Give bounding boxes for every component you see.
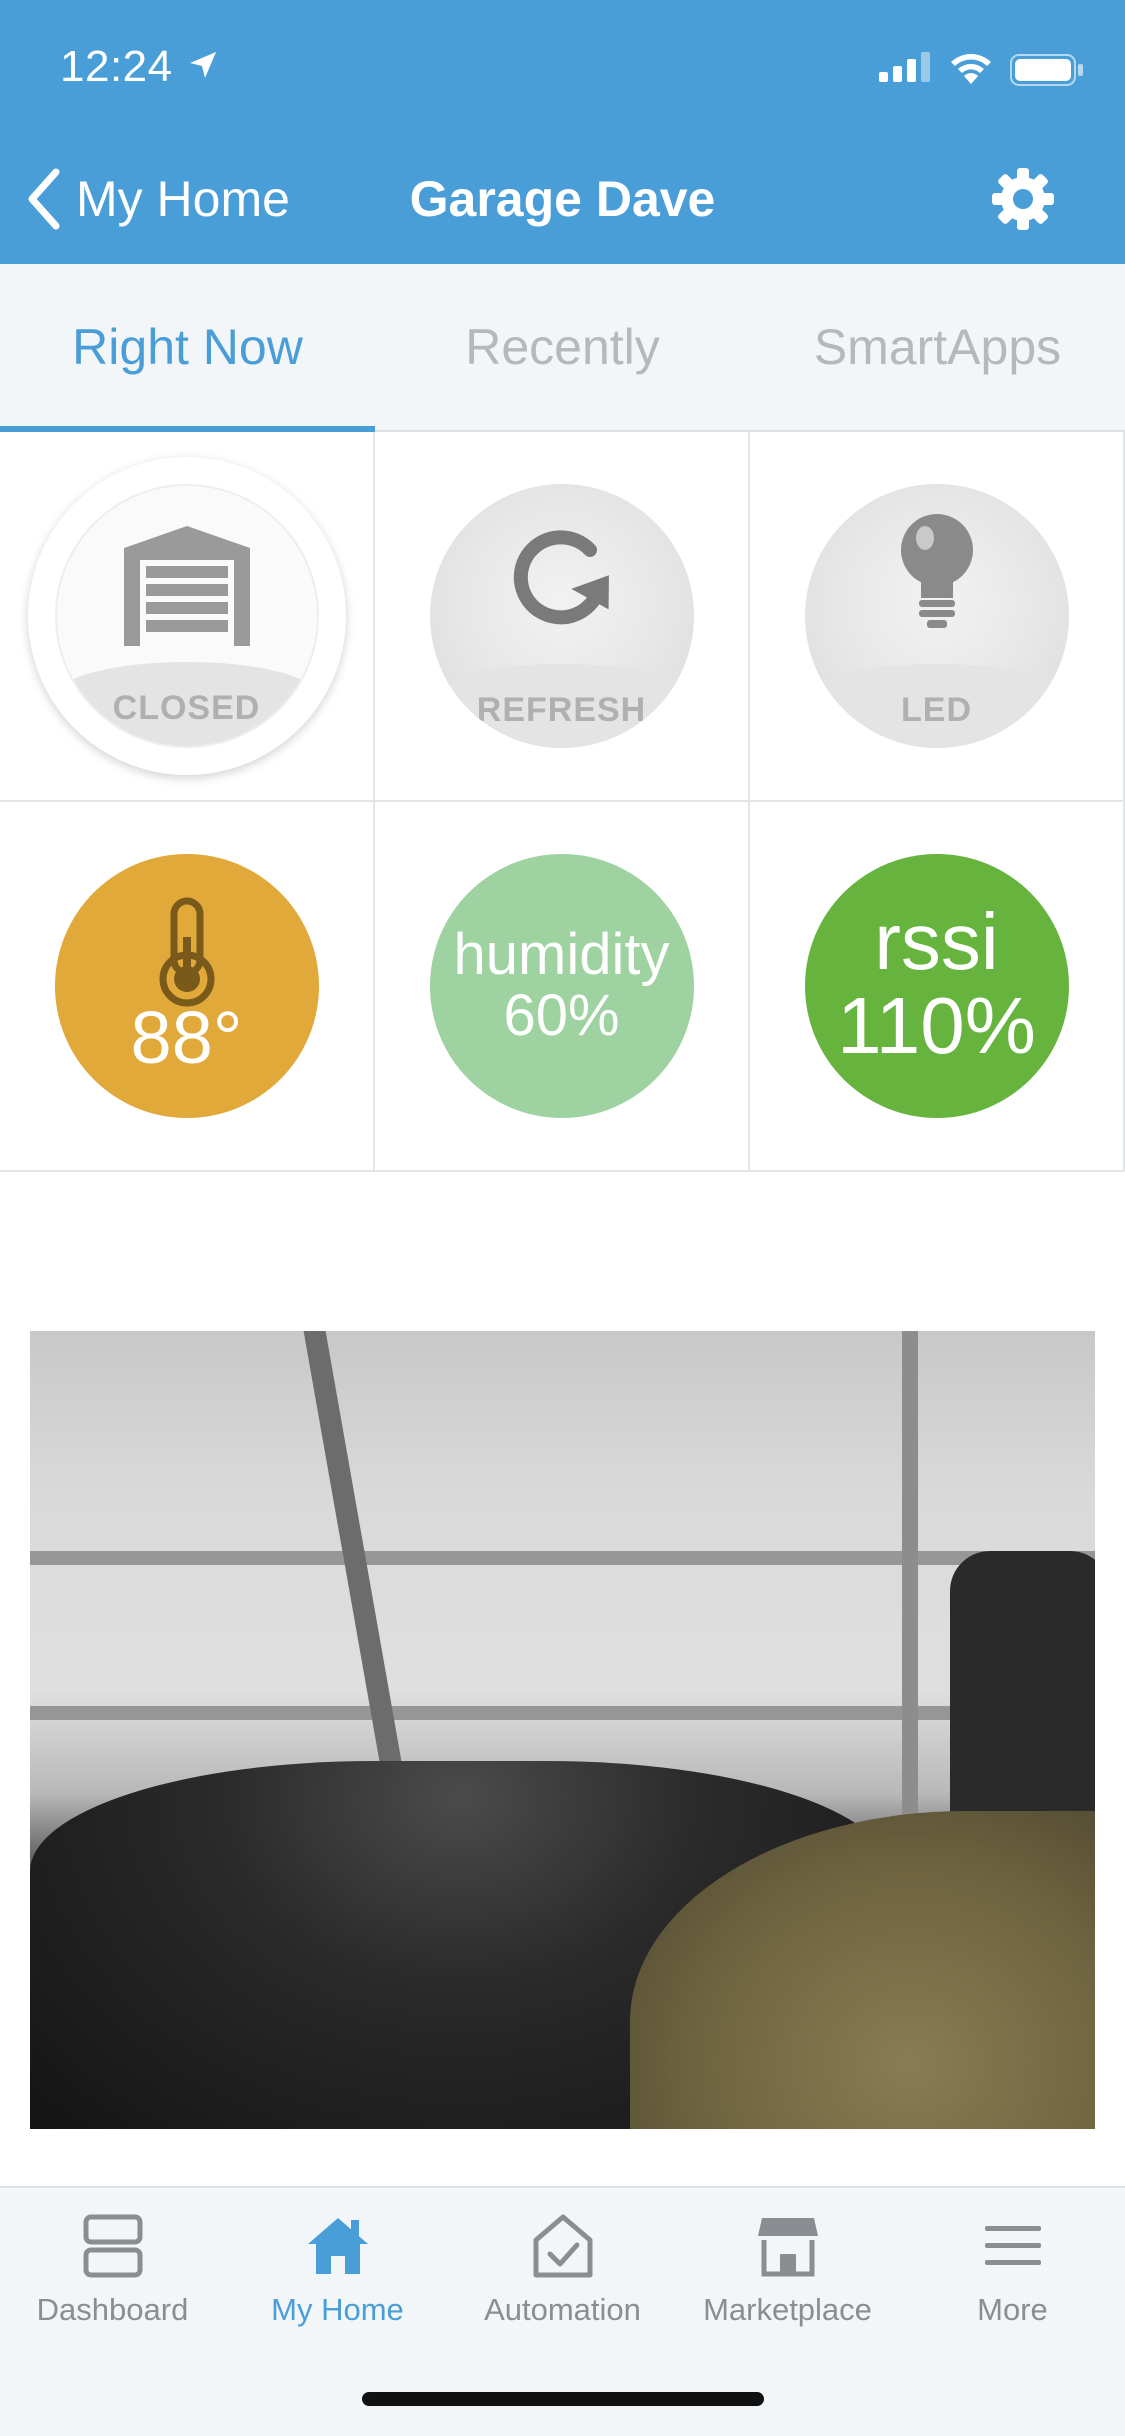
nav-dashboard[interactable]: Dashboard [0, 2214, 225, 2328]
marketplace-icon [757, 2218, 818, 2277]
nav-automation[interactable]: Automation [450, 2214, 675, 2328]
humidity-label: humidity [453, 922, 670, 988]
humidity-value: 60% [503, 983, 620, 1048]
temperature-circle: 88° [54, 854, 319, 1118]
nav-dashboard-label: Dashboard [36, 2292, 189, 2327]
camera-image-rail [902, 1331, 918, 1831]
refresh-label: REFRESH [476, 691, 647, 729]
lightbulb-icon [900, 514, 973, 628]
device-detail-screen: 12:24 My Home Garage Dave Right Now Rece… [0, 0, 1125, 2436]
door-state-ring: CLOSED [27, 457, 346, 775]
settings-gear-icon[interactable] [990, 166, 1056, 232]
home-icon [307, 2218, 368, 2274]
tile-garage-door[interactable]: CLOSED [0, 432, 375, 802]
humidity-circle: humidity 60% [429, 854, 694, 1118]
nav-my-home[interactable]: My Home [225, 2214, 450, 2328]
status-time: 12:24 [60, 42, 173, 91]
garage-door-icon [123, 526, 250, 646]
tab-right-now[interactable]: Right Now [0, 264, 375, 432]
thermometer-icon [159, 897, 214, 1007]
temperature-value: 88° [130, 996, 243, 1079]
door-state-label: CLOSED [112, 689, 261, 727]
tab-smartapps[interactable]: SmartApps [750, 264, 1125, 430]
door-state-circle: CLOSED [54, 484, 319, 748]
location-arrow-icon [190, 52, 216, 78]
tile-temperature[interactable]: 88° [0, 802, 375, 1172]
camera-image-track [30, 1551, 1095, 1565]
header-bar: 12:24 My Home Garage Dave [0, 0, 1125, 264]
tile-grid: CLOSED REFRESH LED 88° humidity 60% rssi… [0, 432, 1125, 1172]
menu-icon [984, 2226, 1041, 2265]
page-title: Garage Dave [409, 171, 716, 227]
rssi-value: 110% [837, 981, 1036, 1070]
nav-more[interactable]: More [900, 2214, 1125, 2328]
refresh-icon [513, 530, 609, 625]
refresh-circle: REFRESH [429, 484, 694, 748]
camera-image-track [30, 1706, 1095, 1720]
nav-more-label: More [977, 2292, 1048, 2327]
tab-bar: Right Now Recently SmartApps [0, 264, 1125, 432]
rssi-label: rssi [874, 897, 999, 986]
nav-marketplace-label: Marketplace [703, 2292, 872, 2327]
rssi-circle: rssi 110% [804, 854, 1069, 1118]
tab-recently[interactable]: Recently [375, 264, 750, 430]
led-label: LED [901, 691, 972, 729]
home-indicator[interactable] [362, 2392, 764, 2406]
wifi-icon [951, 54, 991, 84]
nav-my-home-label: My Home [271, 2292, 404, 2327]
tile-refresh[interactable]: REFRESH [375, 432, 750, 802]
led-circle: LED [804, 484, 1069, 748]
cellular-signal-icon [879, 52, 930, 82]
battery-icon [1010, 54, 1083, 86]
nav-marketplace[interactable]: Marketplace [675, 2214, 900, 2328]
dashboard-icon [83, 2214, 142, 2278]
tile-led[interactable]: LED [750, 432, 1125, 802]
automation-icon [533, 2214, 592, 2278]
tile-rssi[interactable]: rssi 110% [750, 802, 1125, 1172]
camera-image[interactable] [30, 1331, 1095, 2129]
nav-automation-label: Automation [484, 2292, 641, 2327]
tile-humidity[interactable]: humidity 60% [375, 802, 750, 1172]
